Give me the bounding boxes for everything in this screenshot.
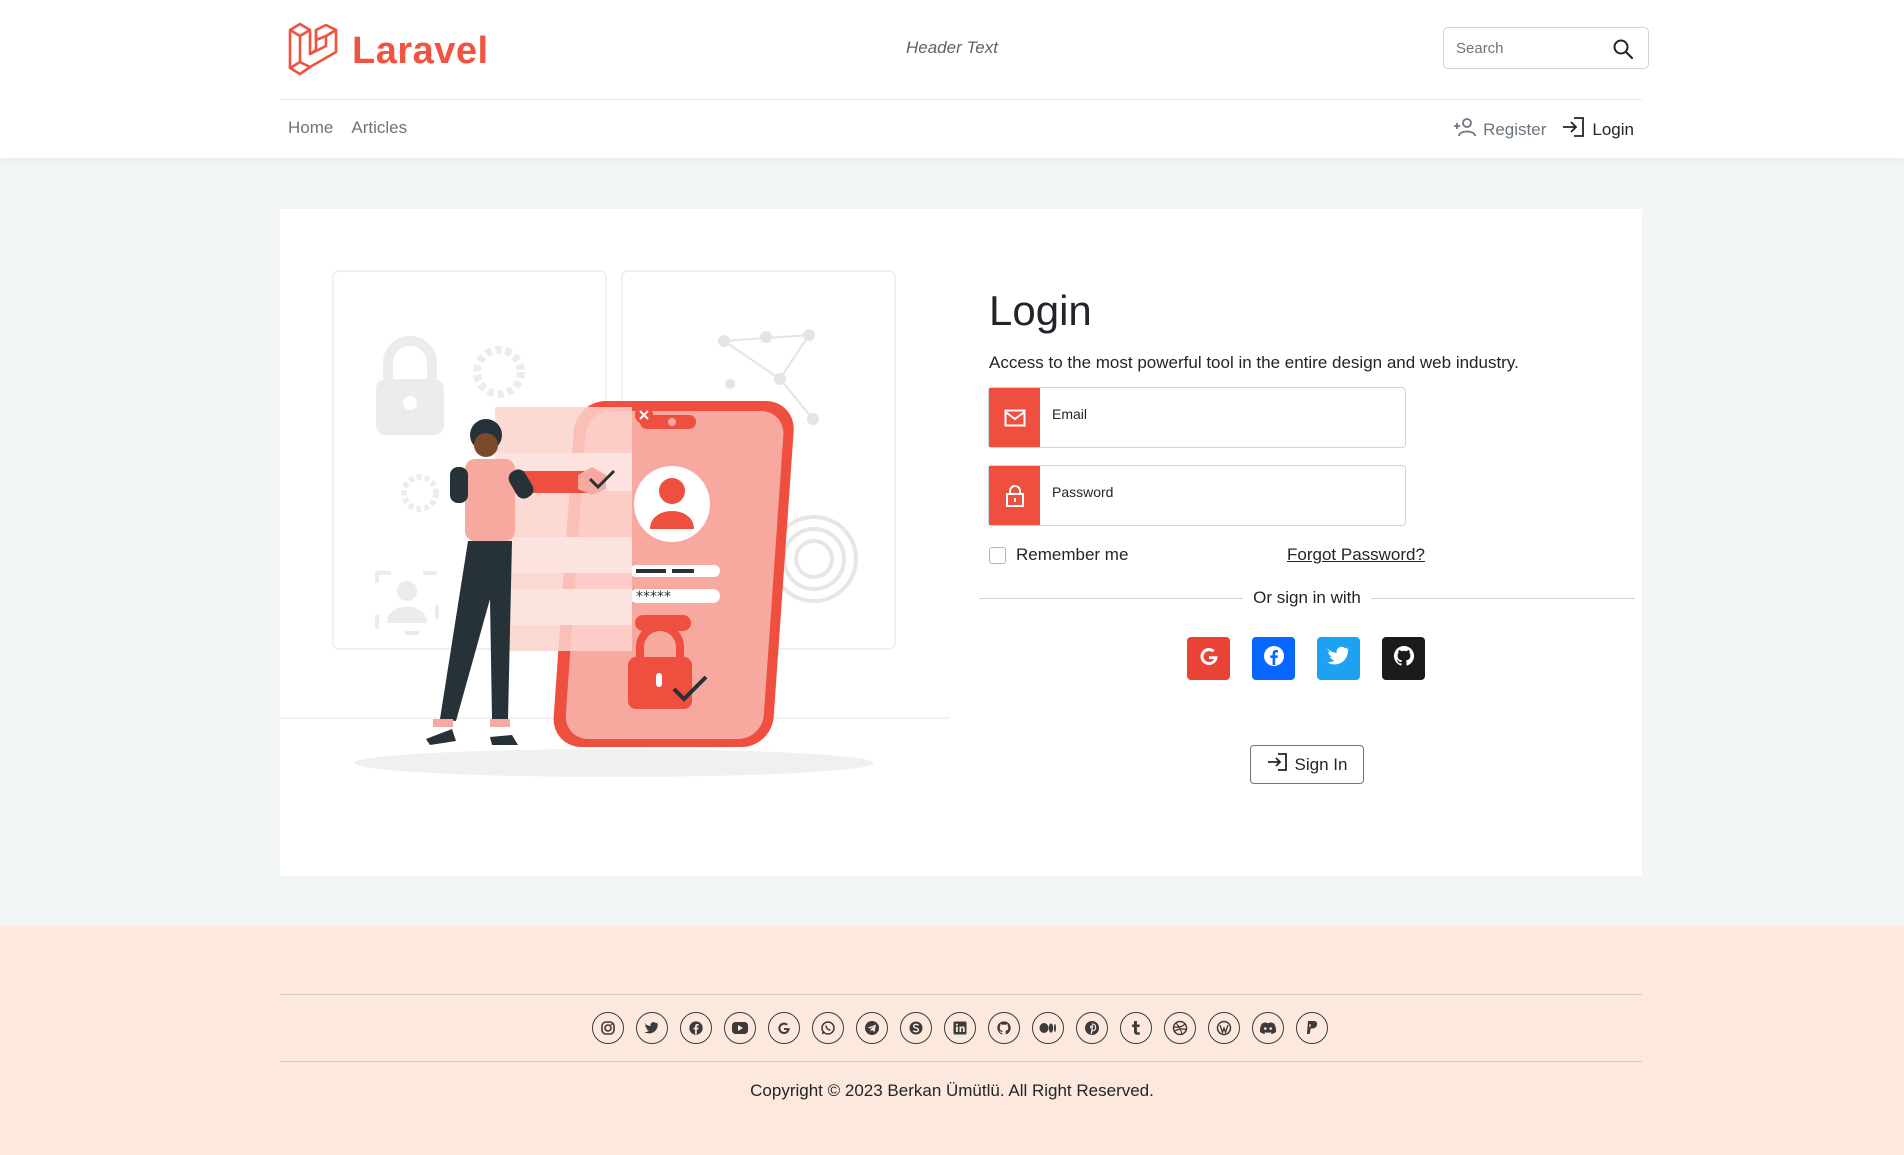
- login-icon: [1267, 752, 1289, 777]
- copyright-text: Copyright © 2023 Berkan Ümütlü. All Righ…: [750, 1081, 1154, 1100]
- search-input[interactable]: [1444, 29, 1604, 67]
- twitter-icon: [1326, 645, 1351, 673]
- facebook-icon[interactable]: [680, 1012, 712, 1044]
- skype-icon[interactable]: [900, 1012, 932, 1044]
- discord-icon[interactable]: [1252, 1012, 1284, 1044]
- svg-text:*****: *****: [636, 589, 671, 605]
- footer-divider-top: [280, 994, 1642, 995]
- or-sign-in-with: Or sign in with: [979, 588, 1635, 608]
- header-divider: [280, 99, 1642, 100]
- login-card: ***** Login Access to the most powerful …: [280, 209, 1642, 876]
- login-icon: [1562, 116, 1586, 143]
- site-header: Laravel Header Text Home Articles Regist…: [0, 0, 1904, 158]
- login-link[interactable]: Login: [1562, 116, 1634, 143]
- telegram-icon[interactable]: [856, 1012, 888, 1044]
- social-buttons: [1187, 637, 1425, 680]
- whatsapp-icon[interactable]: [812, 1012, 844, 1044]
- google-icon: [1197, 644, 1221, 674]
- add-user-icon: [1453, 117, 1477, 142]
- register-link[interactable]: Register: [1453, 117, 1546, 142]
- tumblr-icon[interactable]: [1120, 1012, 1152, 1044]
- sign-in-label: Sign In: [1294, 754, 1348, 774]
- github-icon[interactable]: [988, 1012, 1020, 1044]
- site-footer: Copyright © 2023 Berkan Ümütlü. All Righ…: [0, 926, 1904, 1155]
- dribbble-icon[interactable]: [1164, 1012, 1196, 1044]
- pinterest-icon[interactable]: [1076, 1012, 1108, 1044]
- google-icon[interactable]: [768, 1012, 800, 1044]
- login-illustration: *****: [280, 269, 950, 789]
- main-nav: Home Articles: [288, 118, 407, 138]
- search-icon[interactable]: [1612, 38, 1634, 60]
- instagram-icon[interactable]: [592, 1012, 624, 1044]
- twitter-icon[interactable]: [636, 1012, 668, 1044]
- footer-divider-bottom: [280, 1061, 1642, 1062]
- search-box: [1443, 27, 1649, 69]
- github-icon: [1392, 644, 1416, 674]
- nav-home[interactable]: Home: [288, 118, 333, 138]
- login-label: Login: [1592, 119, 1634, 139]
- youtube-icon[interactable]: [724, 1012, 756, 1044]
- social-signin: Or sign in with Sign In: [979, 209, 1639, 876]
- google-button[interactable]: [1187, 637, 1230, 680]
- auth-nav: Register Login: [1453, 116, 1634, 143]
- nav-articles[interactable]: Articles: [351, 118, 407, 138]
- linkedin-icon[interactable]: [944, 1012, 976, 1044]
- facebook-icon: [1262, 644, 1286, 674]
- facebook-button[interactable]: [1252, 637, 1295, 680]
- github-button[interactable]: [1382, 637, 1425, 680]
- sign-in-button[interactable]: Sign In: [1250, 745, 1364, 784]
- register-label: Register: [1483, 119, 1547, 139]
- medium-icon[interactable]: [1032, 1012, 1064, 1044]
- twitter-button[interactable]: [1317, 637, 1360, 680]
- footer-social-icons: [592, 1012, 1328, 1044]
- paypal-icon[interactable]: [1296, 1012, 1328, 1044]
- wordpress-icon[interactable]: [1208, 1012, 1240, 1044]
